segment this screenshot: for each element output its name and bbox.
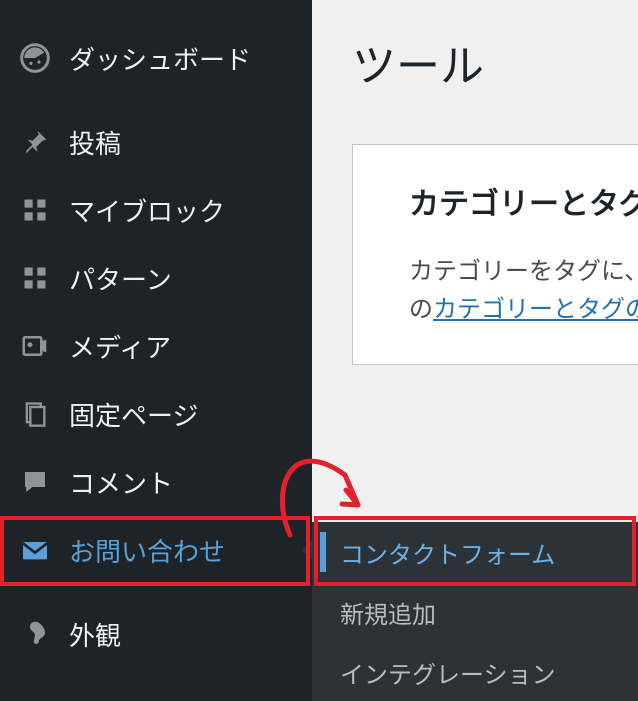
sidebar-item-patterns[interactable]: パターン	[0, 244, 312, 312]
submenu-item-label: インテグレーション	[340, 655, 556, 690]
mail-icon	[15, 530, 55, 570]
sidebar-item-comments[interactable]: コメント	[0, 448, 312, 516]
sidebar-item-label: 外観	[69, 616, 121, 653]
pages-icon	[15, 394, 55, 434]
admin-sidebar: ダッシュボード 投稿 マイブロック パターン メディア 固定ページ	[0, 0, 312, 701]
dashboard-icon	[15, 38, 55, 78]
panel-text-line1: カテゴリーをタグに、	[409, 258, 638, 285]
comment-icon	[15, 462, 55, 502]
tools-panel: カテゴリーとタグ カテゴリーをタグに、 のカテゴリーとタグの	[352, 144, 638, 365]
panel-text-line2-prefix: の	[409, 296, 433, 323]
sidebar-item-label: コメント	[69, 464, 173, 501]
sidebar-item-label: パターン	[69, 260, 172, 297]
grid-icon	[15, 258, 55, 298]
sidebar-item-label: 固定ページ	[69, 396, 198, 433]
submenu-item-label: 新規追加	[340, 595, 436, 630]
sidebar-item-label: お問い合わせ	[69, 532, 225, 569]
submenu-item-add-new[interactable]: 新規追加	[312, 582, 638, 642]
sidebar-item-label: メディア	[69, 328, 171, 365]
sidebar-item-dashboard[interactable]: ダッシュボード	[0, 24, 312, 92]
grid-icon	[15, 190, 55, 230]
media-icon	[15, 326, 55, 366]
sidebar-item-posts[interactable]: 投稿	[0, 108, 312, 176]
panel-link[interactable]: カテゴリーとタグの	[433, 296, 638, 323]
submenu-item-contact-form[interactable]: コンタクトフォーム	[312, 522, 638, 582]
sidebar-item-myblock[interactable]: マイブロック	[0, 176, 312, 244]
submenu-item-integration[interactable]: インテグレーション	[312, 642, 638, 701]
sidebar-item-media[interactable]: メディア	[0, 312, 312, 380]
submenu-item-label: コンタクトフォーム	[340, 535, 555, 570]
sidebar-item-label: マイブロック	[69, 192, 225, 229]
sidebar-item-contact[interactable]: お問い合わせ	[0, 516, 312, 584]
panel-text: カテゴリーをタグに、 のカテゴリーとタグの	[409, 253, 638, 330]
sidebar-submenu-contact: コンタクトフォーム 新規追加 インテグレーション	[312, 522, 638, 701]
sidebar-item-appearance[interactable]: 外観	[0, 600, 312, 668]
sidebar-item-label: ダッシュボード	[69, 40, 251, 77]
pin-icon	[15, 122, 55, 162]
sidebar-item-label: 投稿	[69, 124, 121, 161]
brush-icon	[15, 614, 55, 654]
sidebar-item-pages[interactable]: 固定ページ	[0, 380, 312, 448]
panel-heading: カテゴリーとタグ	[409, 179, 638, 223]
page-title: ツール	[352, 30, 638, 94]
